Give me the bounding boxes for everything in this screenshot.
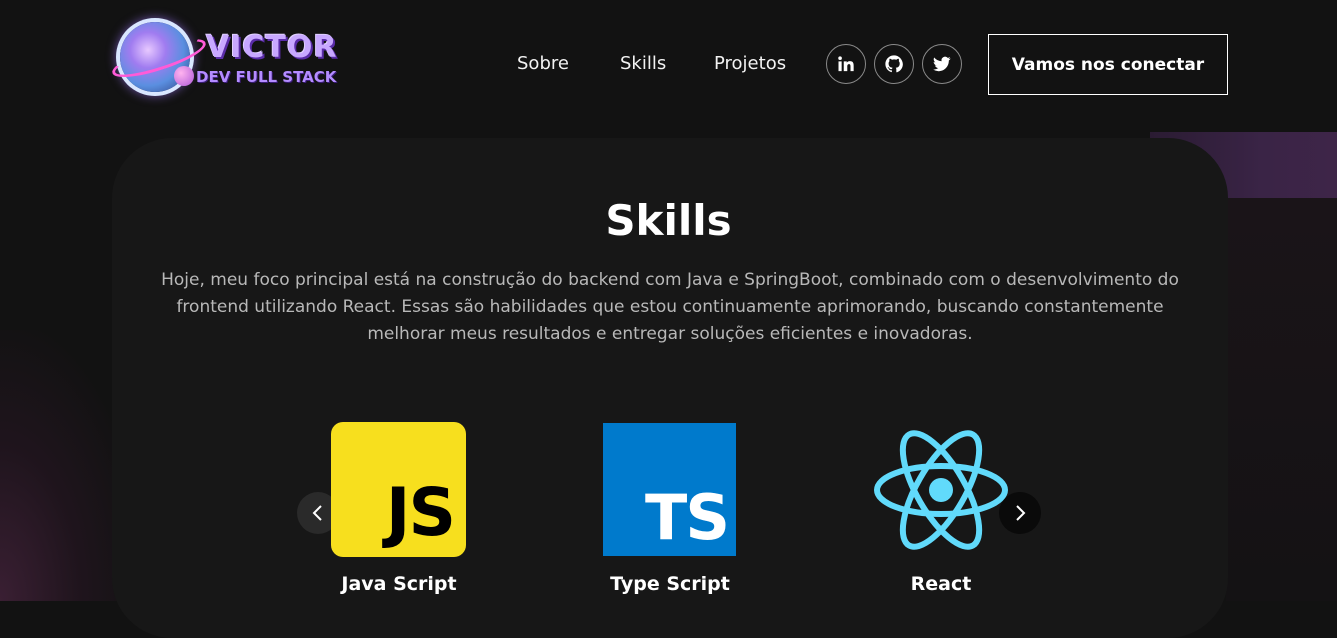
skills-description: Hoje, meu foco principal está na constru… [161,270,1179,344]
typescript-logo-text: TS [645,481,730,554]
javascript-logo-text: JS [385,474,456,551]
nav-link-projetos[interactable]: Projetos [714,53,786,74]
javascript-logo-icon: JS [331,422,466,557]
react-logo-icon [874,430,1008,550]
nav-link-sobre[interactable]: Sobre [517,53,569,74]
typescript-logo-icon: TS [603,423,736,556]
linkedin-icon [838,56,854,72]
github-icon [885,55,903,73]
connect-button[interactable]: Vamos nos conectar [988,34,1228,95]
nav-link-skills[interactable]: Skills [620,53,666,74]
skill-item-typescript: TS Type Script [580,420,760,601]
twitter-icon [933,56,951,72]
skill-label: Type Script [610,573,730,595]
chevron-right-icon [1016,505,1026,521]
twitter-button[interactable] [922,44,962,84]
skill-label: React [910,573,972,595]
skill-item-javascript: JS Java Script [309,420,489,601]
github-button[interactable] [874,44,914,84]
brand-title: VICTOR [206,30,338,65]
moon-icon [174,66,194,86]
brand-subtitle: DEV FULL STACK [196,68,337,86]
brand-logo[interactable]: VICTOR DEV FULL STACK [108,16,362,102]
background-glow-right-lower [1226,198,1337,601]
linkedin-button[interactable] [826,44,866,84]
navbar: VICTOR DEV FULL STACK Sobre Skills Proje… [0,0,1337,130]
skills-title: Skills [605,196,732,245]
carousel-next-button[interactable] [999,492,1041,534]
skill-label: Java Script [341,573,457,595]
